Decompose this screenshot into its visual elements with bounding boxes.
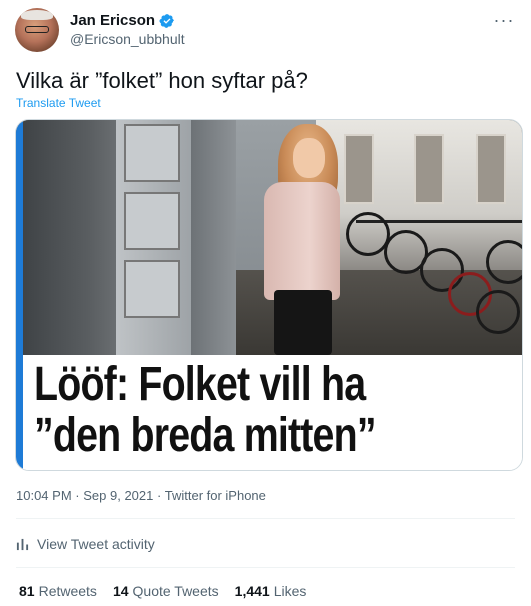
photo-wall (23, 120, 118, 355)
bike-wheel (486, 240, 522, 284)
avatar-glasses (25, 26, 49, 33)
more-options-icon[interactable]: ··· (491, 10, 517, 30)
tweet-source[interactable]: Twitter for iPhone (165, 488, 266, 503)
meta-separator: · (75, 488, 80, 503)
quote-tweets-label: Quote Tweets (132, 583, 219, 599)
bar-chart-icon (16, 538, 29, 550)
card-accent-bar (16, 120, 23, 470)
media-photo (16, 120, 522, 355)
author-name[interactable]: Jan Ericson (70, 12, 155, 29)
meta-separator: · (157, 488, 162, 503)
tweet-stats: 81 Retweets 14 Quote Tweets 1,441 Likes (19, 583, 306, 599)
retweets-count: 81 (19, 583, 35, 599)
avatar-hair (21, 10, 53, 20)
headline-line-1: Lööf: Folket vill ha (34, 358, 366, 411)
avatar[interactable] (15, 8, 59, 52)
retweets-label: Retweets (38, 583, 97, 599)
tweet-meta: 10:04 PM · Sep 9, 2021 · Twitter for iPh… (16, 488, 266, 503)
retweets-stat[interactable]: 81 Retweets (19, 583, 97, 599)
tweet-text: Vilka är ”folket” hon syftar på? (16, 68, 308, 93)
view-tweet-activity-button[interactable]: View Tweet activity (16, 536, 155, 552)
bike-wheel (476, 290, 520, 334)
woman-face (293, 138, 325, 178)
likes-count: 1,441 (234, 583, 270, 599)
view-tweet-activity-label: View Tweet activity (37, 536, 155, 552)
verified-badge-icon (159, 13, 174, 28)
tweet-date[interactable]: Sep 9, 2021 (83, 488, 153, 503)
tweet-time[interactable]: 10:04 PM (16, 488, 72, 503)
tweet-media-card[interactable]: Lööf: Folket vill ha ”den breda mitten” (15, 119, 523, 471)
translate-tweet-link[interactable]: Translate Tweet (16, 96, 101, 110)
photo-door-frame (191, 120, 236, 355)
woman-coat (264, 182, 340, 300)
divider (16, 567, 515, 568)
quote-tweets-stat[interactable]: 14 Quote Tweets (113, 583, 219, 599)
photo-door (116, 120, 191, 355)
author-name-row[interactable]: Jan Ericson (70, 12, 175, 29)
likes-stat[interactable]: 1,441 Likes (235, 583, 307, 599)
headline-line-2: ”den breda mitten” (34, 409, 377, 462)
quote-tweets-count: 14 (112, 583, 129, 599)
divider (16, 518, 515, 519)
likes-label: Likes (273, 583, 307, 599)
author-handle[interactable]: @Ericson_ubbhult (70, 31, 185, 47)
woman-pants (274, 290, 332, 355)
